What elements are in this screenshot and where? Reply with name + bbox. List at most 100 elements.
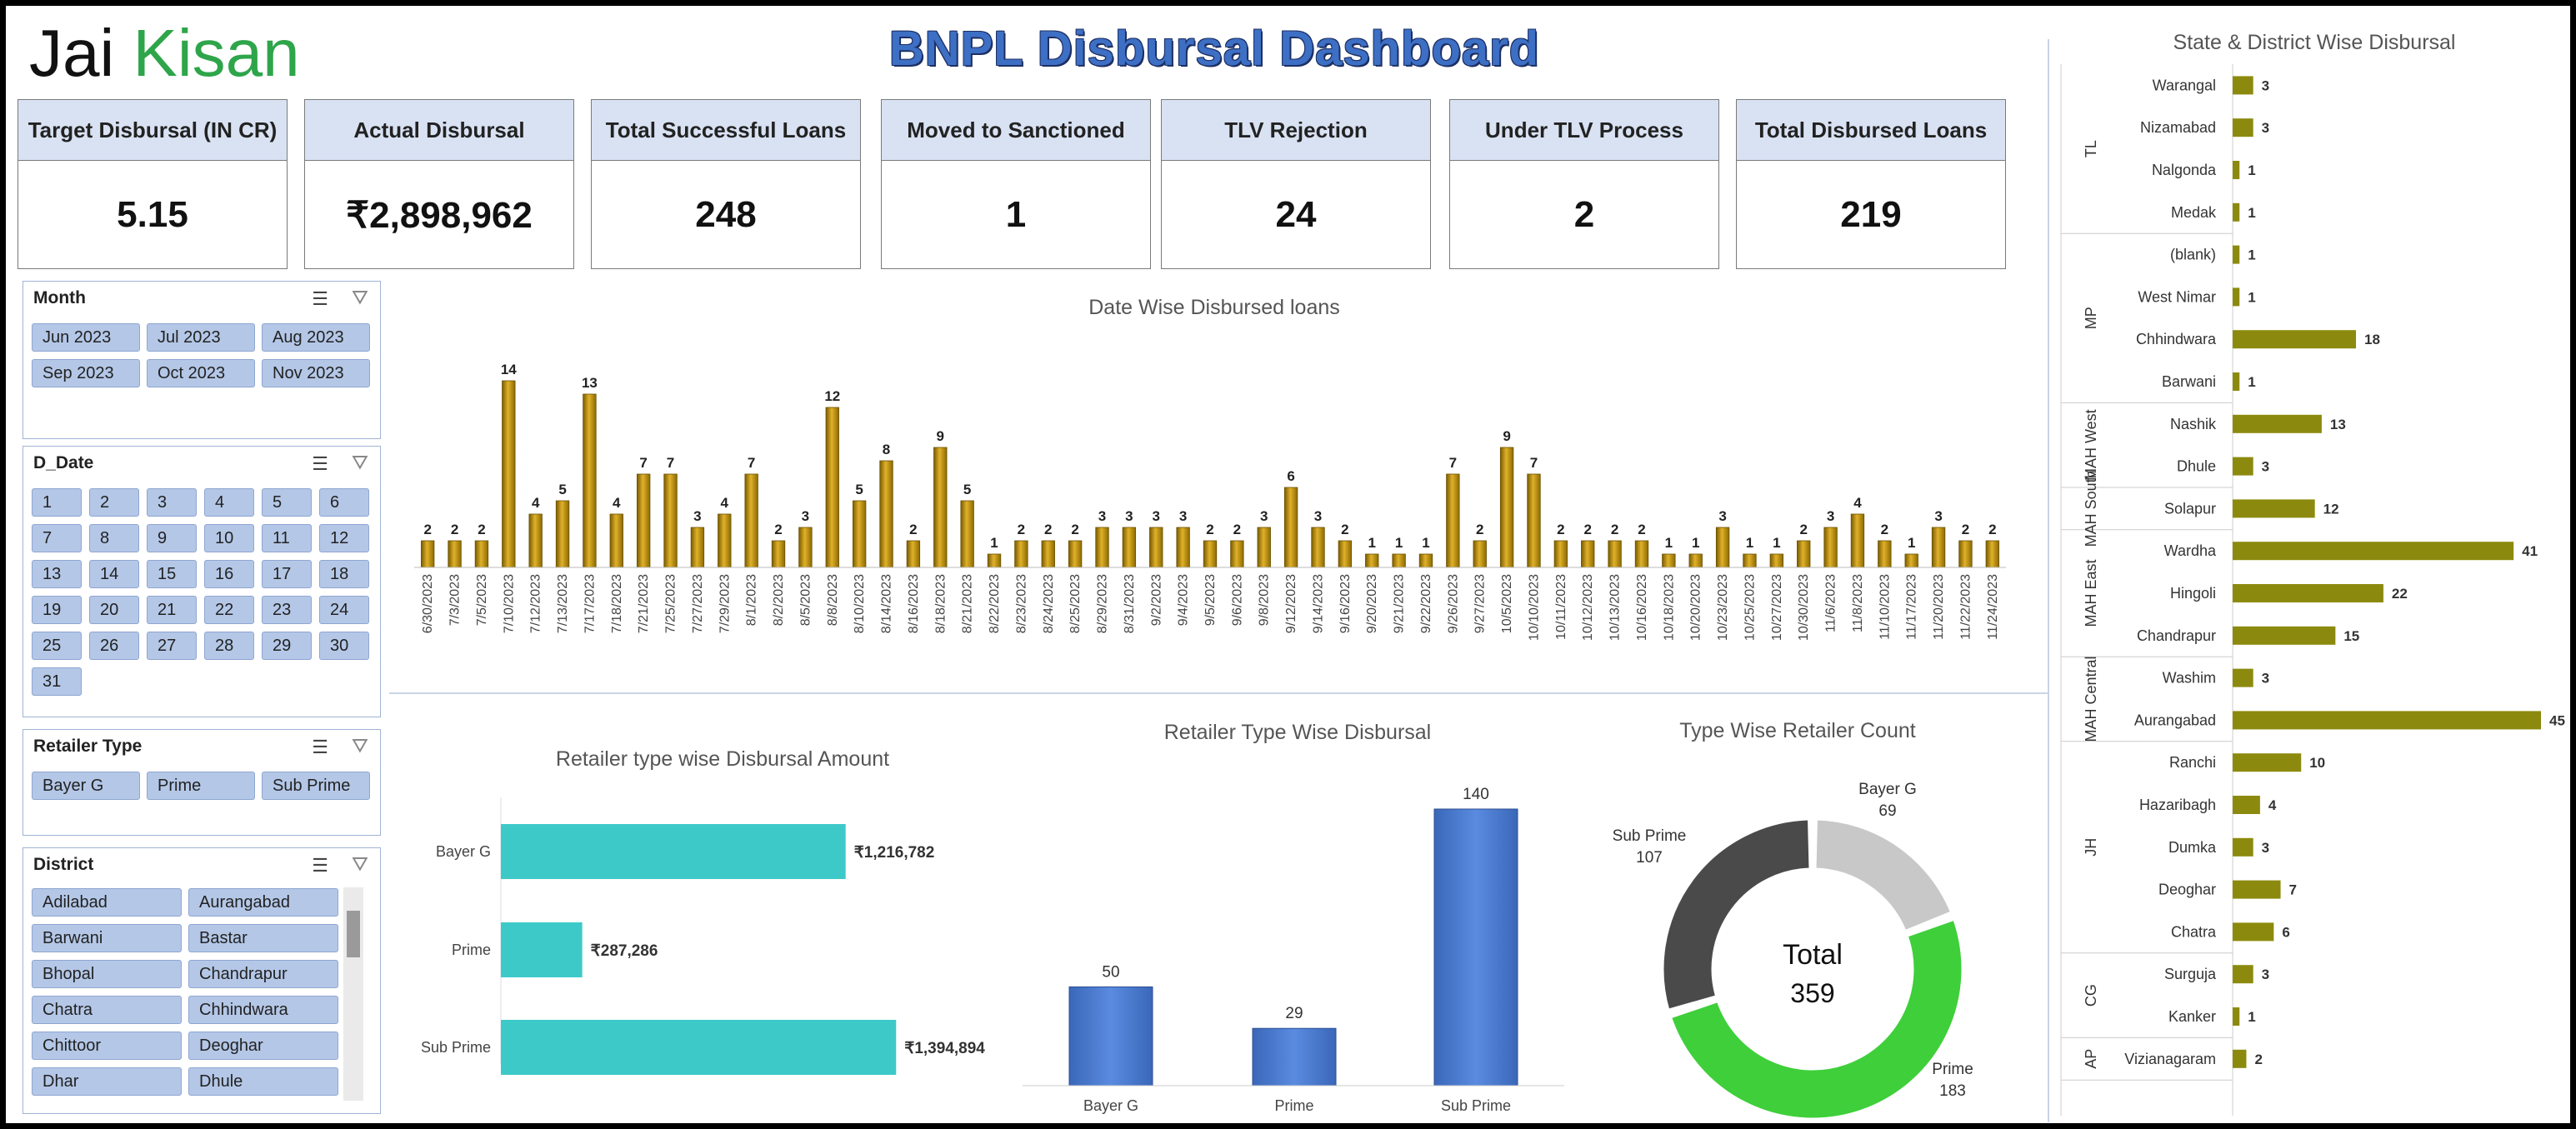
month-slicer-item[interactable]: Jun 2023 — [32, 323, 140, 352]
clear-filter-icon[interactable]: ⛛ — [352, 452, 368, 475]
date-bar-label: 13 — [582, 375, 598, 391]
retailer-type-slicer-item[interactable]: Sub Prime — [262, 772, 370, 800]
date-bar — [636, 473, 651, 568]
district-slicer-item[interactable]: Bhopal — [32, 960, 182, 988]
district-bar — [2233, 796, 2260, 814]
date-bar-label: 2 — [1071, 522, 1078, 537]
district-slicer-item[interactable]: Chittoor — [32, 1032, 182, 1060]
date-bar — [1338, 540, 1353, 568]
state-label: MAH East — [2083, 559, 2099, 627]
date-bar — [1931, 527, 1946, 568]
clear-filter-icon[interactable]: ⛛ — [352, 287, 368, 310]
district-slicer-item[interactable]: Barwani — [32, 924, 182, 952]
d-date-slicer-item[interactable]: 31 — [32, 667, 82, 696]
d-date-slicer-item[interactable]: 12 — [319, 524, 369, 552]
district-bar — [2233, 880, 2281, 899]
d-date-slicer-item[interactable]: 19 — [32, 596, 82, 624]
district-slicer-item[interactable]: Chandrapur — [188, 960, 338, 988]
date-bar-label: 2 — [909, 522, 917, 537]
date-bar-label: 5 — [558, 482, 566, 497]
month-slicer-item[interactable]: Oct 2023 — [147, 359, 255, 387]
d-date-slicer-item[interactable]: 9 — [147, 524, 197, 552]
d-date-slicer-item[interactable]: 7 — [32, 524, 82, 552]
multi-select-icon[interactable]: ☰ — [312, 737, 328, 758]
district-slicer-item[interactable]: Chhindwara — [188, 996, 338, 1024]
date-bar — [718, 513, 732, 568]
d-date-slicer-item[interactable]: 23 — [262, 596, 312, 624]
district-value-label: 1 — [2248, 162, 2255, 178]
date-bar — [933, 447, 948, 568]
clear-filter-icon[interactable]: ⛛ — [352, 735, 368, 758]
d-date-slicer-item[interactable]: 13 — [32, 560, 82, 588]
slicer-title: District — [33, 855, 94, 874]
d-date-slicer-item[interactable]: 17 — [262, 560, 312, 588]
district-slicer-item[interactable]: Chatra — [32, 996, 182, 1024]
d-date-slicer-item[interactable]: 4 — [204, 488, 254, 517]
clear-filter-icon[interactable]: ⛛ — [352, 853, 368, 877]
district-value-label: 7 — [2289, 882, 2297, 898]
date-bar — [1365, 553, 1379, 568]
district-slicer-item[interactable]: Aurangabad — [188, 888, 338, 917]
district-label: Ranchi — [2169, 754, 2216, 771]
date-tick-label: 7/18/2023 — [610, 574, 624, 633]
district-slicer: District ☰ ⛛ Adilabad Aurangabad Barwani Ba… — [23, 847, 381, 1114]
district-label: West Nimar — [2138, 288, 2216, 305]
retailer-count-label: 140 — [1463, 786, 1489, 803]
d-date-slicer-item[interactable]: 30 — [319, 632, 369, 660]
d-date-slicer-item[interactable]: 1 — [32, 488, 82, 517]
d-date-slicer-item[interactable]: 20 — [89, 596, 139, 624]
d-date-slicer-item[interactable]: 28 — [204, 632, 254, 660]
d-date-slicer-item[interactable]: 26 — [89, 632, 139, 660]
retailer-type-slicer-item[interactable]: Prime — [147, 772, 255, 800]
multi-select-icon[interactable]: ☰ — [312, 453, 328, 475]
d-date-slicer-item[interactable]: 6 — [319, 488, 369, 517]
district-slicer-item[interactable]: Dhule — [188, 1067, 338, 1096]
date-tick-label: 11/6/2023 — [1824, 574, 1838, 632]
date-bar — [1176, 527, 1190, 568]
d-date-slicer-item[interactable]: 14 — [89, 560, 139, 588]
date-tick-label: 8/24/2023 — [1042, 574, 1056, 633]
d-date-slicer-item[interactable]: 10 — [204, 524, 254, 552]
d-date-slicer-item[interactable]: 15 — [147, 560, 197, 588]
d-date-slicer-item[interactable]: 2 — [89, 488, 139, 517]
multi-select-icon[interactable]: ☰ — [312, 855, 328, 877]
d-date-slicer-item[interactable]: 29 — [262, 632, 312, 660]
district-bar — [2233, 668, 2253, 687]
d-date-slicer-item[interactable]: 5 — [262, 488, 312, 517]
state-label: AP — [2083, 1049, 2099, 1069]
d-date-slicer-item[interactable]: 27 — [147, 632, 197, 660]
date-bar — [1257, 527, 1271, 568]
donut-slice-value: 183 — [1939, 1082, 1966, 1100]
district-slicer-item[interactable]: Deoghar — [188, 1032, 338, 1060]
d-date-slicer-item[interactable]: 21 — [147, 596, 197, 624]
d-date-slicer-item[interactable]: 11 — [262, 524, 312, 552]
kpi-value: 5.15 — [117, 194, 188, 235]
state-label: CG — [2083, 984, 2099, 1007]
d-date-slicer-item[interactable]: 25 — [32, 632, 82, 660]
date-tick-label: 7/3/2023 — [448, 574, 463, 626]
d-date-slicer-item[interactable]: 22 — [204, 596, 254, 624]
retailer-count-label: 50 — [1102, 963, 1119, 981]
district-slicer-item[interactable]: Adilabad — [32, 888, 182, 917]
state-label: MAH Central — [2083, 656, 2099, 742]
district-scrollbar-thumb[interactable] — [347, 911, 360, 957]
date-bar-label: 2 — [1988, 522, 1996, 537]
retailer-type-slicer-item[interactable]: Bayer G — [32, 772, 140, 800]
district-slicer-item[interactable]: Bastar — [188, 924, 338, 952]
month-slicer-item[interactable]: Jul 2023 — [147, 323, 255, 352]
kpi-label: Target Disbursal (IN CR) — [18, 100, 287, 161]
d-date-slicer-item[interactable]: 18 — [319, 560, 369, 588]
district-slicer-item[interactable]: Dhar — [32, 1067, 182, 1096]
d-date-slicer-item[interactable]: 3 — [147, 488, 197, 517]
date-bar-label: 2 — [1018, 522, 1025, 537]
district-value-label: 1 — [2248, 1009, 2255, 1025]
d-date-slicer-item[interactable]: 24 — [319, 596, 369, 624]
multi-select-icon[interactable]: ☰ — [312, 288, 328, 310]
month-slicer-item[interactable]: Aug 2023 — [262, 323, 370, 352]
date-tick-label: 11/10/2023 — [1878, 574, 1892, 640]
d-date-slicer-item[interactable]: 8 — [89, 524, 139, 552]
kpi-value: ₹2,898,962 — [346, 194, 533, 236]
month-slicer-item[interactable]: Nov 2023 — [262, 359, 370, 387]
month-slicer-item[interactable]: Sep 2023 — [32, 359, 140, 387]
d-date-slicer-item[interactable]: 16 — [204, 560, 254, 588]
